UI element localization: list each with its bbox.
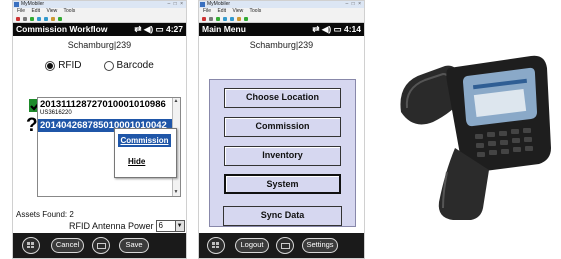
menu-view[interactable]: View [232,8,243,14]
page-title: Commission Workflow [16,24,108,34]
bottom-softkey-bar: Cancel Save [13,233,186,258]
toolbar-folder-icon[interactable] [237,16,241,21]
question-icon: ? [26,115,38,136]
main-menu-screen: MyMobiler – □ × File Edit View Tools Mai… [198,0,365,259]
location-label: Schamburg|239 [67,40,132,50]
windows-logo-icon [27,242,34,248]
tag-id: 2013111287270100010109​86 [40,99,166,110]
window-title: MyMobiler [207,1,231,7]
toolbar-record-icon[interactable] [16,16,20,21]
context-menu-commission[interactable]: Commission [118,134,171,147]
toolbar-refresh-icon[interactable] [216,16,220,21]
app-logo-icon [200,2,205,7]
header-bar: Main Menu ⇄ ◀) ▭ 4:14 [199,23,364,36]
toolbar-settings-icon[interactable] [209,16,213,21]
volume-icon: ◀) [143,24,154,34]
toolbar-record-icon[interactable] [202,16,206,21]
settings-button[interactable]: Settings [302,238,338,253]
bottom-softkey-bar: Logout Settings [199,233,364,258]
sync-data-button[interactable]: Sync Data [223,206,342,226]
toolbar-go-icon[interactable] [58,16,62,21]
battery-icon: ▭ [155,24,164,34]
commission-button[interactable]: Commission [224,117,341,137]
menu-panel: Choose Location Commission Inventory Sys… [209,79,356,227]
window-titlebar: MyMobiler – □ × [199,1,364,8]
radio-barcode-label: Barcode [116,60,154,71]
window-controls[interactable]: – □ × [346,1,363,8]
scroll-down-icon[interactable]: ▼ [173,189,179,196]
system-button[interactable]: System [224,174,341,194]
context-menu: Commission Hide [114,128,177,178]
assets-found-label: Assets Found: 2 [16,210,74,219]
radio-rfid-label: RFID [58,60,82,71]
save-button[interactable]: Save [119,238,149,253]
tag-subtext: US3616220 [40,110,72,116]
menu-edit[interactable]: Edit [31,8,40,14]
chevron-down-icon[interactable]: ▼ [174,221,184,231]
status-area: ⇄ ◀) ▭ 4:27 [134,23,183,36]
keyboard-button[interactable] [92,237,110,254]
menu-tools[interactable]: Tools [64,8,76,14]
antenna-power-select[interactable]: 6 ▼ [155,220,185,232]
status-time: 4:14 [343,24,361,34]
logout-button[interactable]: Logout [235,238,269,253]
volume-icon: ◀) [321,24,332,34]
keyboard-button[interactable] [276,237,294,254]
inventory-button[interactable]: Inventory [224,146,341,166]
antenna-power-value: 6 [156,221,175,231]
menubar: File Edit View Tools [13,8,186,15]
signal-icon: ⇄ [312,24,320,34]
toolbar-paste-icon[interactable] [230,16,234,21]
location-label: Schamburg|239 [249,40,314,50]
battery-icon: ▭ [333,24,342,34]
menubar: File Edit View Tools [199,8,364,15]
status-time: 4:27 [165,24,183,34]
page-title: Main Menu [202,24,246,34]
toolbar-copy-icon[interactable] [223,16,227,21]
menu-file[interactable]: File [17,8,25,14]
toolbar [13,15,186,23]
windows-logo-icon [212,242,219,248]
window-controls[interactable]: – □ × [168,1,185,8]
status-area: ⇄ ◀) ▭ 4:14 [312,23,361,36]
choose-location-button[interactable]: Choose Location [224,88,341,108]
windows-start-button[interactable] [22,237,40,254]
radio-barcode[interactable]: Barcode [103,60,154,71]
toolbar-settings-icon[interactable] [23,16,27,21]
window-titlebar: MyMobiler – □ × [13,1,186,8]
window-title: MyMobiler [21,1,45,7]
list-item[interactable]: 2013111287270100010109​86 US3616220 [38,98,180,117]
context-menu-hide[interactable]: Hide [128,157,145,166]
scan-mode-radios: RFID Barcode [13,60,186,71]
windows-start-button[interactable] [207,237,225,254]
menu-view[interactable]: View [46,8,57,14]
signal-icon: ⇄ [134,24,142,34]
radio-barcode-dot[interactable] [103,60,114,71]
app-logo-icon [14,2,19,7]
scroll-up-icon[interactable]: ▲ [173,98,179,105]
toolbar-folder-icon[interactable] [51,16,55,21]
toolbar-copy-icon[interactable] [37,16,41,21]
antenna-power-row: RFID Antenna Power 6 ▼ [69,220,185,232]
radio-rfid[interactable]: RFID [45,60,82,71]
antenna-power-label: RFID Antenna Power [69,221,154,231]
menu-edit[interactable]: Edit [217,8,226,14]
toolbar [199,15,364,23]
toolbar-go-icon[interactable] [244,16,248,21]
toolbar-paste-icon[interactable] [44,16,48,21]
header-bar: Commission Workflow ⇄ ◀) ▭ 4:27 [13,23,186,36]
commission-workflow-screen: MyMobiler – □ × File Edit View Tools Com… [12,0,187,259]
toolbar-refresh-icon[interactable] [30,16,34,21]
radio-rfid-dot[interactable] [45,60,56,71]
menu-tools[interactable]: Tools [250,8,262,14]
rfid-scanner-device-image [400,55,551,220]
cancel-button[interactable]: Cancel [51,238,84,253]
menu-file[interactable]: File [203,8,211,14]
